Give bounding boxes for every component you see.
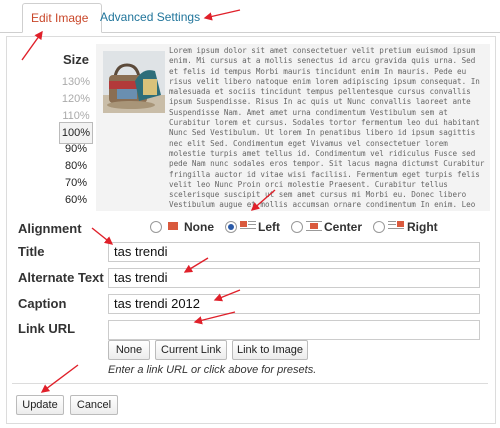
arrow-to-alignment-left [250, 189, 276, 211]
arrow-to-title-field [91, 227, 114, 245]
arrow-to-caption-field [213, 289, 241, 302]
arrow-to-link-url-field [193, 311, 236, 325]
annotation-arrows [21, 9, 276, 393]
arrow-to-edit-image-tab [21, 30, 43, 61]
arrow-to-advanced-settings-tab [203, 9, 241, 21]
arrow-to-alternate-text-field [183, 257, 209, 273]
arrow-to-update-button [40, 364, 79, 393]
